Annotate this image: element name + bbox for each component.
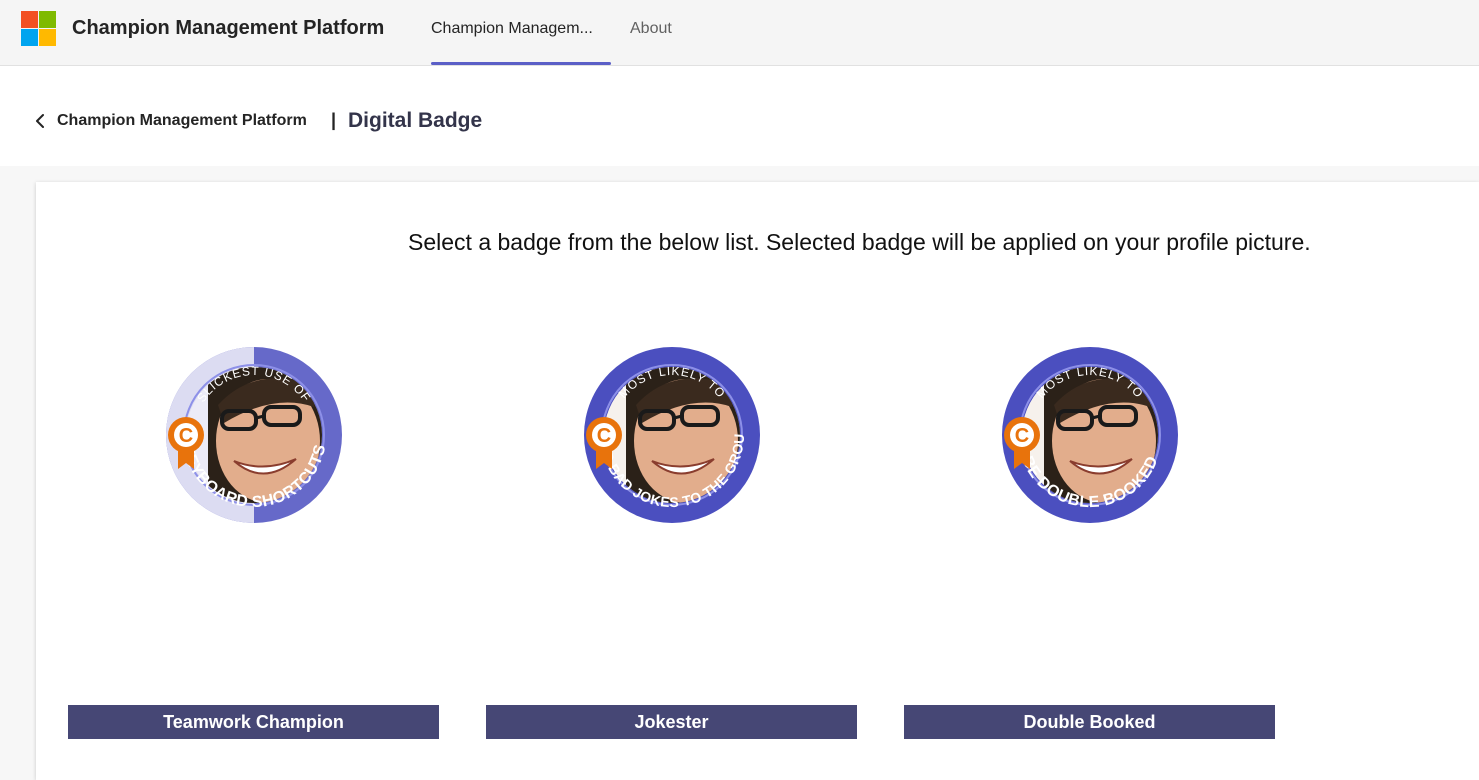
svg-text:C: C — [179, 425, 193, 447]
page-title: Digital Badge — [348, 109, 483, 132]
logo-square-yellow — [39, 29, 56, 46]
svg-text:C: C — [597, 425, 611, 447]
badge-image-jokester[interactable]: MOST LIKELY TO SEND BAD JOKES TO THE GRO… — [577, 332, 762, 525]
app-title: Champion Management Platform — [72, 17, 385, 39]
badge-image-teamwork-champion[interactable]: SLICKEST USE OF KEYBOARD SHORTCUTS C — [164, 345, 344, 525]
chevron-left-icon[interactable] — [34, 112, 46, 130]
breadcrumb-parent-link[interactable]: Champion Management Platform — [57, 112, 307, 130]
tab-champion-management[interactable]: Champion Managem... — [431, 20, 593, 38]
badge-image-double-booked[interactable]: MOST LIKELY TO BE DOUBLE BOOKED C — [1000, 345, 1180, 525]
logo-square-blue — [21, 29, 38, 46]
logo-square-red — [21, 11, 38, 28]
breadcrumb-separator: | — [331, 110, 337, 130]
select-badge-jokester-button[interactable]: Jokester — [486, 705, 857, 739]
select-badge-teamwork-champion-button[interactable]: Teamwork Champion — [68, 705, 439, 739]
select-badge-double-booked-button[interactable]: Double Booked — [904, 705, 1275, 739]
svg-text:C: C — [1015, 425, 1029, 447]
instructions-text: Select a badge from the below list. Sele… — [408, 229, 1311, 255]
microsoft-logo — [21, 11, 56, 46]
logo-square-green — [39, 11, 56, 28]
app-header: Champion Management Platform Champion Ma… — [0, 0, 1479, 66]
tab-about[interactable]: About — [630, 20, 672, 38]
active-tab-indicator — [431, 62, 611, 65]
